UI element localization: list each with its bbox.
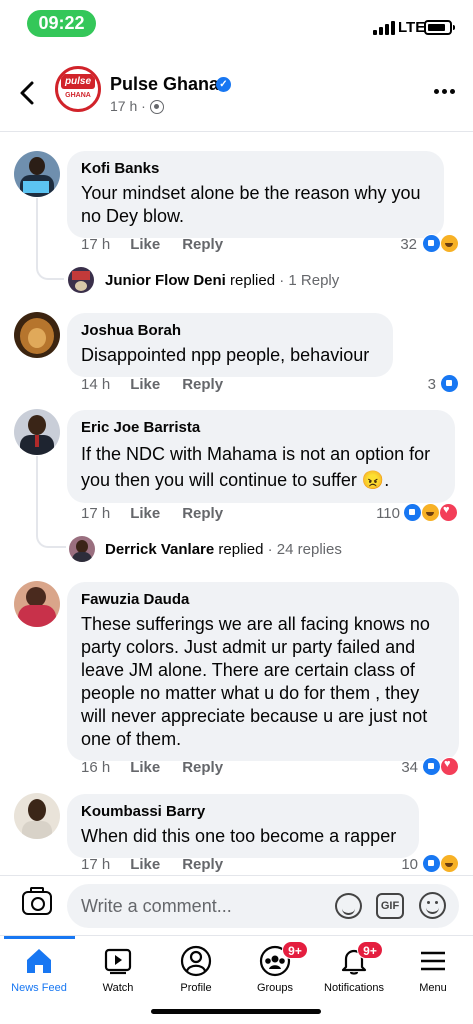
reply-verb: replied: [218, 541, 264, 558]
haha-icon: [440, 234, 459, 253]
comment-bubble[interactable]: Eric Joe Barrista If the NDC with Mahama…: [67, 410, 455, 503]
like-icon: [422, 234, 441, 253]
avatar[interactable]: [14, 151, 60, 197]
comment-author[interactable]: Kofi Banks: [81, 160, 430, 178]
comment-time: 17 h: [81, 236, 111, 253]
status-time: 09:22: [27, 10, 96, 37]
sticker-icon[interactable]: [335, 893, 362, 919]
reply-count: · 1 Reply: [279, 272, 340, 289]
like-button[interactable]: Like: [130, 856, 160, 873]
network-label: LTE: [398, 19, 426, 36]
camera-icon[interactable]: [22, 887, 52, 915]
avatar[interactable]: [14, 793, 60, 839]
comment-actions: 17 h Like Reply: [81, 505, 245, 522]
reply-button[interactable]: Reply: [182, 856, 223, 873]
reply-avatar[interactable]: [69, 536, 95, 562]
status-bar: 09:22 LTE: [0, 0, 473, 50]
haha-icon: [421, 503, 440, 522]
comment-bubble[interactable]: Kofi Banks Your mindset alone be the rea…: [67, 151, 444, 238]
page-name[interactable]: Pulse Ghana: [110, 74, 219, 95]
watch-icon: [104, 948, 132, 975]
comment-input[interactable]: [81, 884, 331, 928]
like-icon: [422, 757, 441, 776]
like-icon: [403, 503, 422, 522]
reaction-count[interactable]: 34: [382, 759, 418, 776]
comment-actions: 14 h Like Reply: [81, 376, 245, 393]
comment-time: 16 h: [81, 759, 111, 776]
profile-icon: [180, 945, 212, 977]
comment-bubble[interactable]: Fawuzia Dauda These sufferings we are al…: [67, 582, 459, 761]
logo-subtext: GHANA: [65, 92, 91, 99]
thread-line: [36, 456, 66, 548]
avatar[interactable]: [14, 581, 60, 627]
menu-icon: [421, 951, 445, 971]
thread-line: [36, 198, 64, 280]
reply-verb: replied: [230, 272, 276, 289]
battery-icon: [424, 20, 455, 35]
comment-actions: 17 h Like Reply: [81, 236, 245, 253]
back-arrow-icon[interactable]: [16, 78, 40, 108]
avatar[interactable]: [14, 312, 60, 358]
groups-badge: 9+: [282, 941, 308, 959]
avatar[interactable]: [14, 409, 60, 455]
comment-bubble[interactable]: Joshua Borah Disappointed npp people, be…: [67, 313, 393, 377]
comment-time: 17 h: [81, 856, 111, 873]
reaction-count[interactable]: 32: [382, 236, 417, 253]
tab-label: Menu: [419, 982, 447, 994]
comment-time: 17 h: [81, 505, 111, 522]
reply-button[interactable]: Reply: [182, 376, 223, 393]
post-header: pulse GHANA Pulse Ghana ✓ 17 h ·: [0, 60, 473, 132]
comment-text: When did this one too become a rapper: [81, 826, 397, 846]
reply-count: · 24 replies: [267, 541, 342, 558]
verified-badge-icon: ✓: [216, 77, 231, 92]
like-button[interactable]: Like: [130, 505, 160, 522]
comment-text: If the NDC with Mahama is not an option …: [81, 444, 431, 490]
comment-author[interactable]: Joshua Borah: [81, 322, 379, 340]
comment-actions: 16 h Like Reply: [81, 759, 245, 776]
love-icon: [440, 757, 459, 776]
reply-summary[interactable]: Junior Flow Deni replied · 1 Reply: [105, 272, 339, 289]
like-icon: [422, 854, 441, 873]
home-indicator[interactable]: [151, 1009, 321, 1014]
comment-text: Disappointed npp people, behaviour: [81, 345, 370, 365]
home-icon: [27, 949, 51, 973]
tab-menu[interactable]: Menu: [386, 936, 473, 1006]
comment-text: These sufferings we are all facing knows…: [81, 614, 430, 749]
comment-box[interactable]: GIF: [67, 884, 459, 928]
comment-composer: GIF: [0, 875, 473, 935]
logo-text: pulse: [61, 74, 95, 89]
reply-button[interactable]: Reply: [182, 236, 223, 253]
comment-author[interactable]: Koumbassi Barry: [81, 803, 405, 821]
like-button[interactable]: Like: [130, 759, 160, 776]
like-button[interactable]: Like: [130, 236, 160, 253]
post-time: 17 h ·: [110, 98, 146, 114]
comment-actions: 17 h Like Reply: [81, 856, 245, 873]
page-avatar[interactable]: pulse GHANA: [55, 66, 101, 112]
signal-icon: [373, 21, 395, 35]
gif-button[interactable]: GIF: [376, 893, 404, 919]
like-icon: [440, 374, 459, 393]
haha-icon: [440, 854, 459, 873]
reply-summary[interactable]: Derrick Vanlare replied · 24 replies: [105, 541, 342, 558]
notifications-badge: 9+: [357, 941, 383, 959]
globe-icon: [150, 100, 164, 114]
comment-bubble[interactable]: Koumbassi Barry When did this one too be…: [67, 794, 419, 858]
reply-author: Junior Flow Deni: [105, 272, 226, 289]
comment-author[interactable]: Eric Joe Barrista: [81, 419, 441, 437]
reaction-count[interactable]: 3: [400, 376, 436, 393]
like-button[interactable]: Like: [130, 376, 160, 393]
comment-author[interactable]: Fawuzia Dauda: [81, 591, 445, 609]
reaction-count[interactable]: 10: [382, 856, 418, 873]
reply-button[interactable]: Reply: [182, 505, 223, 522]
comment-text: Your mindset alone be the reason why you…: [81, 183, 421, 226]
reply-button[interactable]: Reply: [182, 759, 223, 776]
reply-avatar[interactable]: [68, 267, 94, 293]
more-options-icon[interactable]: [434, 89, 456, 95]
comment-time: 14 h: [81, 376, 111, 393]
reaction-count[interactable]: 110: [360, 505, 400, 522]
love-icon: [439, 503, 458, 522]
emoji-icon[interactable]: [419, 892, 446, 919]
reply-author: Derrick Vanlare: [105, 541, 215, 558]
